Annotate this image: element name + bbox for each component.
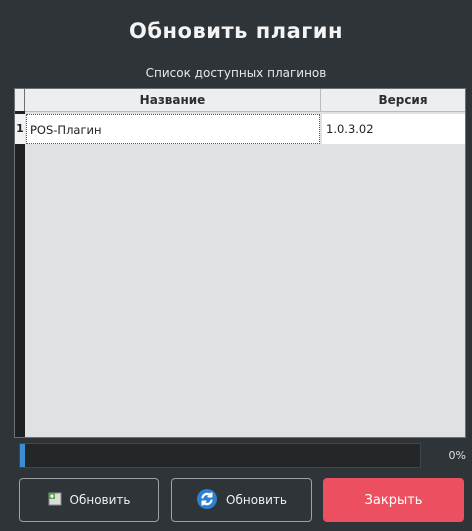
progress-percent: 0% (448, 449, 466, 462)
plugin-name-cell[interactable]: POS-Плагин (26, 114, 320, 144)
row-number: 1 (15, 114, 25, 144)
update-plugin-dialog: Обновить плагин Список доступных плагино… (0, 0, 472, 531)
progress-bar (19, 443, 421, 468)
install-package-icon (48, 492, 62, 509)
refresh-icon (196, 488, 218, 513)
table-header: Название Версия (25, 89, 465, 112)
update-remote-button[interactable]: Обновить (171, 478, 312, 522)
plugin-version-cell[interactable]: 1.0.3.02 (322, 114, 465, 144)
column-header-version[interactable]: Версия (321, 89, 465, 111)
close-button[interactable]: Закрыть (323, 478, 464, 522)
update-local-label: Обновить (69, 493, 131, 507)
table-row[interactable]: 1 POS-Плагин 1.0.3.02 (15, 114, 465, 144)
plugins-table[interactable]: Название Версия 1 POS-Плагин 1.0.3.02 (14, 88, 466, 438)
progress-fill (20, 444, 25, 467)
dialog-title: Обновить плагин (129, 19, 343, 43)
update-local-button[interactable]: Обновить (19, 478, 159, 522)
column-header-name[interactable]: Название (25, 89, 321, 111)
dialog-subtitle: Список доступных плагинов (145, 66, 327, 80)
update-remote-label: Обновить (226, 493, 287, 507)
table-corner (15, 89, 25, 111)
close-label: Закрыть (364, 492, 423, 508)
